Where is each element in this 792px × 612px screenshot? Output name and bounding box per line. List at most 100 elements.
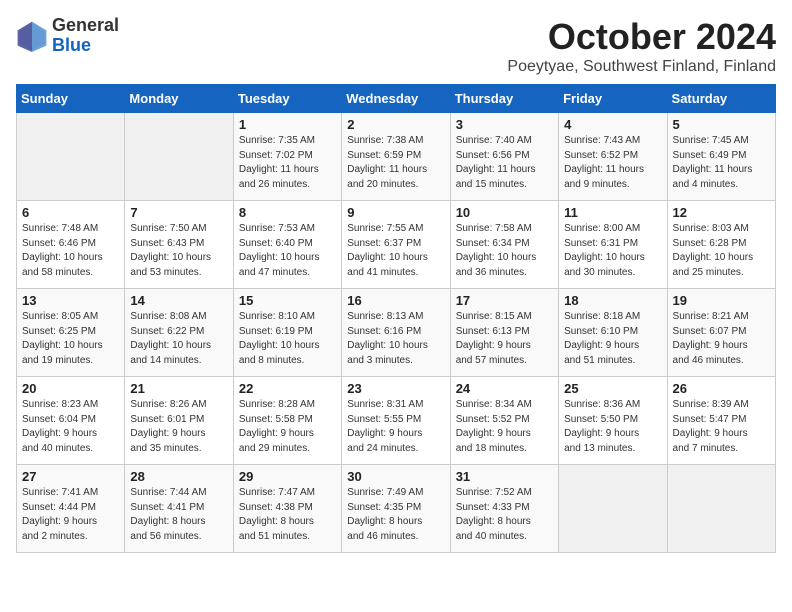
day-number: 19 <box>673 293 770 308</box>
day-number: 8 <box>239 205 336 220</box>
calendar-cell: 20 Sunrise: 8:23 AM Sunset: 6:04 PM Dayli… <box>17 377 125 465</box>
calendar-cell: 27Sunrise: 7:41 AM Sunset: 4:44 PM Dayli… <box>17 465 125 553</box>
day-info: Sunrise: 7:53 AM Sunset: 6:40 PM Dayligh… <box>239 222 336 280</box>
day-info: Sunrise: 7:43 AM Sunset: 6:52 PM Dayligh… <box>564 134 661 192</box>
day-header-monday: Monday <box>125 85 233 113</box>
day-info: Sunrise: 8:34 AM Sunset: 5:52 PM Dayligh… <box>456 398 553 456</box>
day-number: 27 <box>22 469 119 484</box>
calendar-cell: 31 Sunrise: 7:52 AM Sunset: 4:33 PM Dayli… <box>450 465 558 553</box>
day-info: Sunrise: 7:52 AM Sunset: 4:33 PM Dayligh… <box>456 486 553 544</box>
day-info: Sunrise: 8:00 AM Sunset: 6:31 PM Dayligh… <box>564 222 661 280</box>
day-info: Sunrise: 8:05 AM Sunset: 6:25 PM Dayligh… <box>22 310 119 368</box>
header: General Blue October 2024 Poeytyae, Sout… <box>16 16 776 76</box>
day-info: Sunrise: 7:35 AM Sunset: 7:02 PM Dayligh… <box>239 134 336 192</box>
calendar-cell <box>667 465 775 553</box>
calendar-cell: 3 Sunrise: 7:40 AM Sunset: 6:56 PM Daylig… <box>450 113 558 201</box>
day-info: Sunrise: 8:15 AM Sunset: 6:13 PM Dayligh… <box>456 310 553 368</box>
location-title: Poeytyae, Southwest Finland, Finland <box>507 58 776 76</box>
day-info: Sunrise: 8:18 AM Sunset: 6:10 PM Dayligh… <box>564 310 661 368</box>
day-info: Sunrise: 8:10 AM Sunset: 6:19 PM Dayligh… <box>239 310 336 368</box>
calendar-cell: 16Sunrise: 8:13 AM Sunset: 6:16 PM Dayli… <box>342 289 450 377</box>
day-number: 4 <box>564 117 661 132</box>
calendar-cell: 13 Sunrise: 8:05 AM Sunset: 6:25 PM Dayli… <box>17 289 125 377</box>
calendar-cell: 24 Sunrise: 8:34 AM Sunset: 5:52 PM Dayli… <box>450 377 558 465</box>
week-row-5: 27Sunrise: 7:41 AM Sunset: 4:44 PM Dayli… <box>17 465 776 553</box>
week-row-4: 20 Sunrise: 8:23 AM Sunset: 6:04 PM Dayli… <box>17 377 776 465</box>
day-info: Sunrise: 8:28 AM Sunset: 5:58 PM Dayligh… <box>239 398 336 456</box>
day-number: 11 <box>564 205 661 220</box>
day-number: 18 <box>564 293 661 308</box>
day-header-wednesday: Wednesday <box>342 85 450 113</box>
day-header-saturday: Saturday <box>667 85 775 113</box>
calendar-header: SundayMondayTuesdayWednesdayThursdayFrid… <box>17 85 776 113</box>
day-number: 20 <box>22 381 119 396</box>
logo: General Blue <box>16 16 119 56</box>
day-number: 15 <box>239 293 336 308</box>
calendar-cell: 14 Sunrise: 8:08 AM Sunset: 6:22 PM Dayli… <box>125 289 233 377</box>
calendar-cell <box>17 113 125 201</box>
day-number: 5 <box>673 117 770 132</box>
calendar-cell: 5 Sunrise: 7:45 AM Sunset: 6:49 PM Daylig… <box>667 113 775 201</box>
month-title: October 2024 <box>507 16 776 58</box>
day-number: 13 <box>22 293 119 308</box>
day-info: Sunrise: 7:47 AM Sunset: 4:38 PM Dayligh… <box>239 486 336 544</box>
day-info: Sunrise: 8:31 AM Sunset: 5:55 PM Dayligh… <box>347 398 444 456</box>
calendar-cell: 7 Sunrise: 7:50 AM Sunset: 6:43 PM Daylig… <box>125 201 233 289</box>
calendar-body: 1Sunrise: 7:35 AM Sunset: 7:02 PM Daylig… <box>17 113 776 553</box>
day-number: 6 <box>22 205 119 220</box>
calendar-cell: 15 Sunrise: 8:10 AM Sunset: 6:19 PM Dayli… <box>233 289 341 377</box>
day-number: 7 <box>130 205 227 220</box>
day-info: Sunrise: 8:26 AM Sunset: 6:01 PM Dayligh… <box>130 398 227 456</box>
day-number: 3 <box>456 117 553 132</box>
week-row-3: 13 Sunrise: 8:05 AM Sunset: 6:25 PM Dayli… <box>17 289 776 377</box>
day-info: Sunrise: 7:48 AM Sunset: 6:46 PM Dayligh… <box>22 222 119 280</box>
day-info: Sunrise: 8:36 AM Sunset: 5:50 PM Dayligh… <box>564 398 661 456</box>
day-header-sunday: Sunday <box>17 85 125 113</box>
day-header-friday: Friday <box>559 85 667 113</box>
day-info: Sunrise: 8:08 AM Sunset: 6:22 PM Dayligh… <box>130 310 227 368</box>
calendar-cell: 29 Sunrise: 7:47 AM Sunset: 4:38 PM Dayli… <box>233 465 341 553</box>
day-number: 24 <box>456 381 553 396</box>
day-number: 21 <box>130 381 227 396</box>
calendar-cell: 17 Sunrise: 8:15 AM Sunset: 6:13 PM Dayli… <box>450 289 558 377</box>
day-number: 23 <box>347 381 444 396</box>
calendar-cell: 23 Sunrise: 8:31 AM Sunset: 5:55 PM Dayli… <box>342 377 450 465</box>
day-info: Sunrise: 8:39 AM Sunset: 5:47 PM Dayligh… <box>673 398 770 456</box>
calendar-table: SundayMondayTuesdayWednesdayThursdayFrid… <box>16 84 776 553</box>
calendar-cell: 12Sunrise: 8:03 AM Sunset: 6:28 PM Dayli… <box>667 201 775 289</box>
day-number: 10 <box>456 205 553 220</box>
day-header-thursday: Thursday <box>450 85 558 113</box>
day-info: Sunrise: 7:38 AM Sunset: 6:59 PM Dayligh… <box>347 134 444 192</box>
day-info: Sunrise: 8:23 AM Sunset: 6:04 PM Dayligh… <box>22 398 119 456</box>
day-info: Sunrise: 7:40 AM Sunset: 6:56 PM Dayligh… <box>456 134 553 192</box>
day-number: 25 <box>564 381 661 396</box>
calendar-cell <box>559 465 667 553</box>
logo-icon <box>16 20 48 52</box>
calendar-cell: 6 Sunrise: 7:48 AM Sunset: 6:46 PM Daylig… <box>17 201 125 289</box>
day-info: Sunrise: 7:44 AM Sunset: 4:41 PM Dayligh… <box>130 486 227 544</box>
day-number: 22 <box>239 381 336 396</box>
week-row-2: 6 Sunrise: 7:48 AM Sunset: 6:46 PM Daylig… <box>17 201 776 289</box>
calendar-cell: 30Sunrise: 7:49 AM Sunset: 4:35 PM Dayli… <box>342 465 450 553</box>
day-number: 31 <box>456 469 553 484</box>
day-number: 9 <box>347 205 444 220</box>
calendar-cell: 28Sunrise: 7:44 AM Sunset: 4:41 PM Dayli… <box>125 465 233 553</box>
day-number: 26 <box>673 381 770 396</box>
day-info: Sunrise: 7:45 AM Sunset: 6:49 PM Dayligh… <box>673 134 770 192</box>
calendar-cell: 4 Sunrise: 7:43 AM Sunset: 6:52 PM Daylig… <box>559 113 667 201</box>
day-info: Sunrise: 7:50 AM Sunset: 6:43 PM Dayligh… <box>130 222 227 280</box>
day-number: 14 <box>130 293 227 308</box>
calendar-cell: 21 Sunrise: 8:26 AM Sunset: 6:01 PM Dayli… <box>125 377 233 465</box>
title-block: October 2024 Poeytyae, Southwest Finland… <box>507 16 776 76</box>
day-info: Sunrise: 7:55 AM Sunset: 6:37 PM Dayligh… <box>347 222 444 280</box>
day-info: Sunrise: 8:03 AM Sunset: 6:28 PM Dayligh… <box>673 222 770 280</box>
calendar-cell: 1Sunrise: 7:35 AM Sunset: 7:02 PM Daylig… <box>233 113 341 201</box>
calendar-cell: 25 Sunrise: 8:36 AM Sunset: 5:50 PM Dayli… <box>559 377 667 465</box>
logo-text: General Blue <box>52 16 119 56</box>
day-number: 17 <box>456 293 553 308</box>
week-row-1: 1Sunrise: 7:35 AM Sunset: 7:02 PM Daylig… <box>17 113 776 201</box>
day-info: Sunrise: 7:49 AM Sunset: 4:35 PM Dayligh… <box>347 486 444 544</box>
calendar-cell: 18 Sunrise: 8:18 AM Sunset: 6:10 PM Dayli… <box>559 289 667 377</box>
calendar-cell: 10Sunrise: 7:58 AM Sunset: 6:34 PM Dayli… <box>450 201 558 289</box>
day-number: 29 <box>239 469 336 484</box>
